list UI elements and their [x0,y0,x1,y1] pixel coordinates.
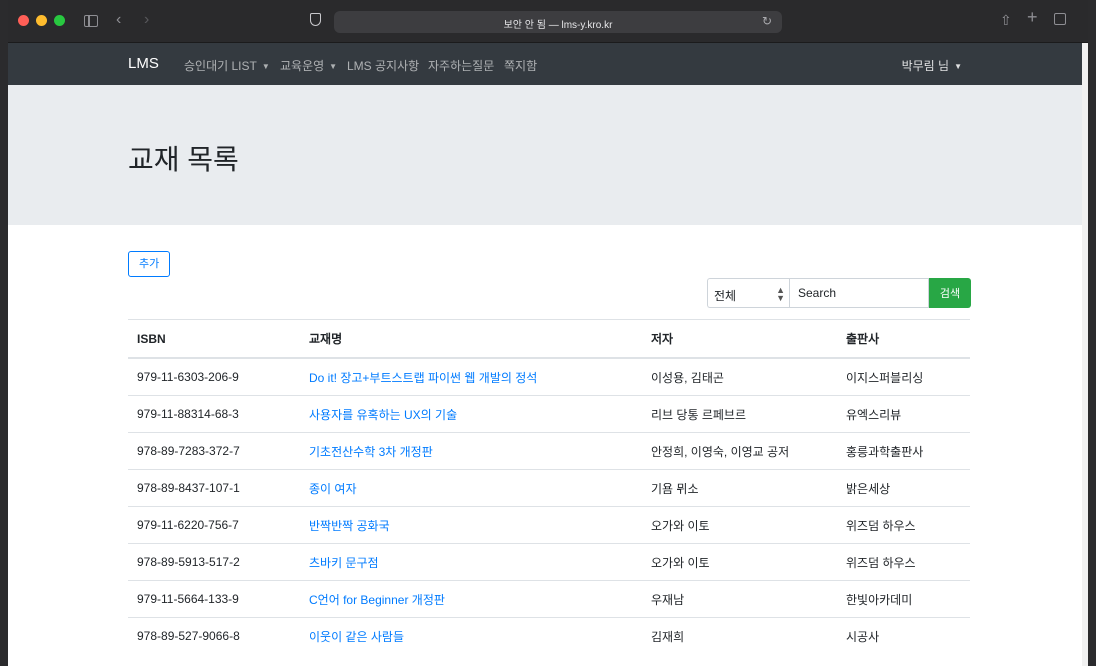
top-navbar: LMS 승인대기 LIST ▼ 교육운영 ▼ LMS 공지사항 자주하는질문 쪽지함… [8,43,1088,85]
page-content: LMS 승인대기 LIST ▼ 교육운영 ▼ LMS 공지사항 자주하는질문 쪽지함… [8,43,1088,666]
table-row: 978-89-527-9066-8 이웃이 같은 사람들 김재희 시공사 [128,617,970,654]
address-bar[interactable]: 보안 안 됨 — lms-y.kro.kr ↻ [334,11,782,33]
search-form: 전체 ▲▼ 검색 [707,278,971,308]
isbn-cell: 978-89-5913-517-2 [128,543,300,581]
back-icon[interactable]: ‹ [116,11,121,29]
publisher-cell: 홍릉과학출판사 [837,432,970,470]
author-cell: 김재희 [642,617,837,654]
table-row: 978-89-5913-517-2 츠바키 문구점 오가와 이토 위즈덤 하우스 [128,543,970,581]
filter-select[interactable]: 전체 ▲ ▼ [707,278,789,308]
column-header-publisher: 출판사 [837,319,970,359]
isbn-cell: 979-11-6303-206-9 [128,357,300,396]
author-cell: 기욤 뮈소 [642,469,837,507]
table-row: 979-11-6220-756-7 반짝반짝 공화국 오가와 이토 위즈덤 하우… [128,506,970,544]
chevron-down-icon: ▼ [954,62,962,71]
maximize-window-button[interactable] [54,15,65,26]
nav-item-notice[interactable]: LMS 공지사항 [347,57,419,74]
book-title-link[interactable]: 반짝반짝 공화국 [309,519,390,533]
browser-window: ‹ › 보안 안 됨 — lms-y.kro.kr ↻ ⇧ + LMS 승인대기… [8,0,1088,666]
title-cell: 이웃이 같은 사람들 [300,617,642,654]
search-button[interactable]: 검색 [929,278,971,308]
title-cell: 기초전산수학 3차 개정판 [300,432,642,470]
reload-icon[interactable]: ↻ [762,14,772,28]
author-cell: 리브 당통 르페브르 [642,395,837,433]
publisher-cell: 이지스퍼블리싱 [837,357,970,396]
url-text: 보안 안 됨 — lms-y.kro.kr [503,20,613,31]
book-title-link[interactable]: Do it! 장고+부트스트랩 파이썬 웹 개발의 정석 [309,371,537,385]
title-cell: 종이 여자 [300,469,642,507]
search-input[interactable] [789,278,929,308]
nav-item-approval-list[interactable]: 승인대기 LIST ▼ [184,57,270,74]
book-title-link[interactable]: 사용자를 유혹하는 UX의 기술 [309,408,457,422]
page-title: 교재 목록 [128,144,239,175]
shield-icon[interactable] [310,13,321,26]
new-tab-icon[interactable]: + [1027,8,1038,26]
isbn-cell: 978-89-7283-372-7 [128,432,300,470]
filter-select-value: 전체 [714,289,737,303]
page-header: 교재 목록 [8,85,1088,225]
close-window-button[interactable] [18,15,29,26]
publisher-cell: 밝은세상 [837,469,970,507]
add-button[interactable]: 추가 [128,251,171,277]
table-row: 978-89-8437-107-1 종이 여자 기욤 뮈소 밝은세상 [128,469,970,507]
table-row: 979-11-5664-133-9 C언어 for Beginner 개정판 우… [128,580,970,618]
nav-item-label: 교육운영 [280,59,325,73]
publisher-cell: 한빛아카데미 [837,580,970,618]
chevron-down-icon: ▼ [261,62,270,71]
table-row: 979-11-88314-68-3 사용자를 유혹하는 UX의 기술 리브 당통… [128,395,970,433]
select-arrows-icon: ▲ ▼ [776,285,785,303]
column-header-title: 교재명 [300,319,642,359]
user-menu[interactable]: 박무림 님 ▼ [902,57,962,74]
brand-logo[interactable]: LMS [128,55,159,72]
author-cell: 이성용, 김태곤 [642,357,837,396]
chevron-down-icon: ▼ [329,62,338,71]
author-cell: 우재남 [642,580,837,618]
table-header-row: ISBN 교재명 저자 출판사 [128,319,970,359]
book-table: ISBN 교재명 저자 출판사 979-11-6303-206-9 Do it!… [128,319,970,654]
browser-toolbar: ‹ › 보안 안 됨 — lms-y.kro.kr ↻ ⇧ + [8,0,1088,43]
tab-overview-icon[interactable] [1054,13,1066,25]
sidebar-icon[interactable] [84,15,98,27]
author-cell: 안정희, 이영숙, 이영교 공저 [642,432,837,470]
share-icon[interactable]: ⇧ [1000,11,1012,29]
publisher-cell: 유엑스리뷰 [837,395,970,433]
page-scrollbar[interactable] [1082,43,1088,666]
isbn-cell: 978-89-8437-107-1 [128,469,300,507]
table-row: 979-11-6303-206-9 Do it! 장고+부트스트랩 파이썬 웹 … [128,357,970,396]
book-title-link[interactable]: 기초전산수학 3차 개정판 [309,445,433,459]
column-header-isbn: ISBN [128,319,300,359]
minimize-window-button[interactable] [36,15,47,26]
title-cell: 사용자를 유혹하는 UX의 기술 [300,395,642,433]
author-cell: 오가와 이토 [642,543,837,581]
user-name: 박무림 님 [901,59,950,73]
publisher-cell: 위즈덤 하우스 [837,506,970,544]
isbn-cell: 978-89-527-9066-8 [128,617,300,654]
nav-item-messages[interactable]: 쪽지함 [504,57,537,74]
title-cell: C언어 for Beginner 개정판 [300,580,642,618]
title-cell: 반짝반짝 공화국 [300,506,642,544]
book-title-link[interactable]: 츠바키 문구점 [309,556,379,570]
title-cell: Do it! 장고+부트스트랩 파이썬 웹 개발의 정석 [300,357,642,396]
isbn-cell: 979-11-5664-133-9 [128,580,300,618]
column-header-author: 저자 [642,319,837,359]
nav-item-education[interactable]: 교육운영 ▼ [280,57,337,74]
nav-item-label: 승인대기 LIST [184,59,257,73]
publisher-cell: 위즈덤 하우스 [837,543,970,581]
nav-item-faq[interactable]: 자주하는질문 [428,57,494,74]
book-title-link[interactable]: 종이 여자 [309,482,357,496]
book-title-link[interactable]: 이웃이 같은 사람들 [309,630,404,644]
title-cell: 츠바키 문구점 [300,543,642,581]
isbn-cell: 979-11-6220-756-7 [128,506,300,544]
publisher-cell: 시공사 [837,617,970,654]
book-title-link[interactable]: C언어 for Beginner 개정판 [309,593,445,607]
isbn-cell: 979-11-88314-68-3 [128,395,300,433]
forward-icon[interactable]: › [144,11,149,29]
table-row: 978-89-7283-372-7 기초전산수학 3차 개정판 안정희, 이영숙… [128,432,970,470]
author-cell: 오가와 이토 [642,506,837,544]
